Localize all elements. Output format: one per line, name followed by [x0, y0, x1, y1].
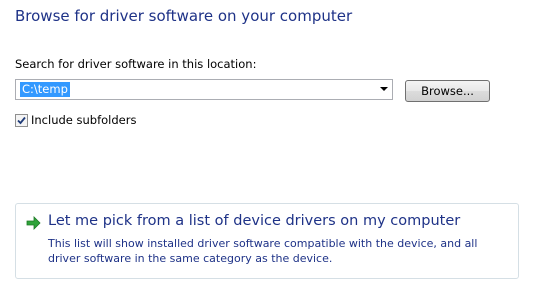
include-subfolders-label[interactable]: Include subfolders — [31, 113, 136, 127]
search-location-combobox[interactable]: C:\temp — [15, 79, 393, 100]
page-title: Browse for driver software on your compu… — [15, 7, 353, 25]
search-location-label: Search for driver software in this locat… — [15, 57, 257, 71]
driver-browse-page: Browse for driver software on your compu… — [0, 0, 534, 303]
checkmark-icon — [17, 116, 26, 124]
pick-from-list-title[interactable]: Let me pick from a list of device driver… — [48, 213, 460, 229]
chevron-down-icon[interactable] — [380, 87, 388, 91]
green-arrow-icon — [26, 216, 41, 230]
include-subfolders-option[interactable]: Include subfolders — [15, 112, 136, 128]
pick-from-list-option[interactable]: Let me pick from a list of device driver… — [15, 203, 519, 279]
include-subfolders-checkbox[interactable] — [15, 113, 28, 127]
browse-button[interactable]: Browse... — [405, 80, 490, 102]
pick-from-list-description: This list will show installed driver sof… — [48, 237, 478, 265]
search-location-value[interactable]: C:\temp — [20, 82, 70, 97]
